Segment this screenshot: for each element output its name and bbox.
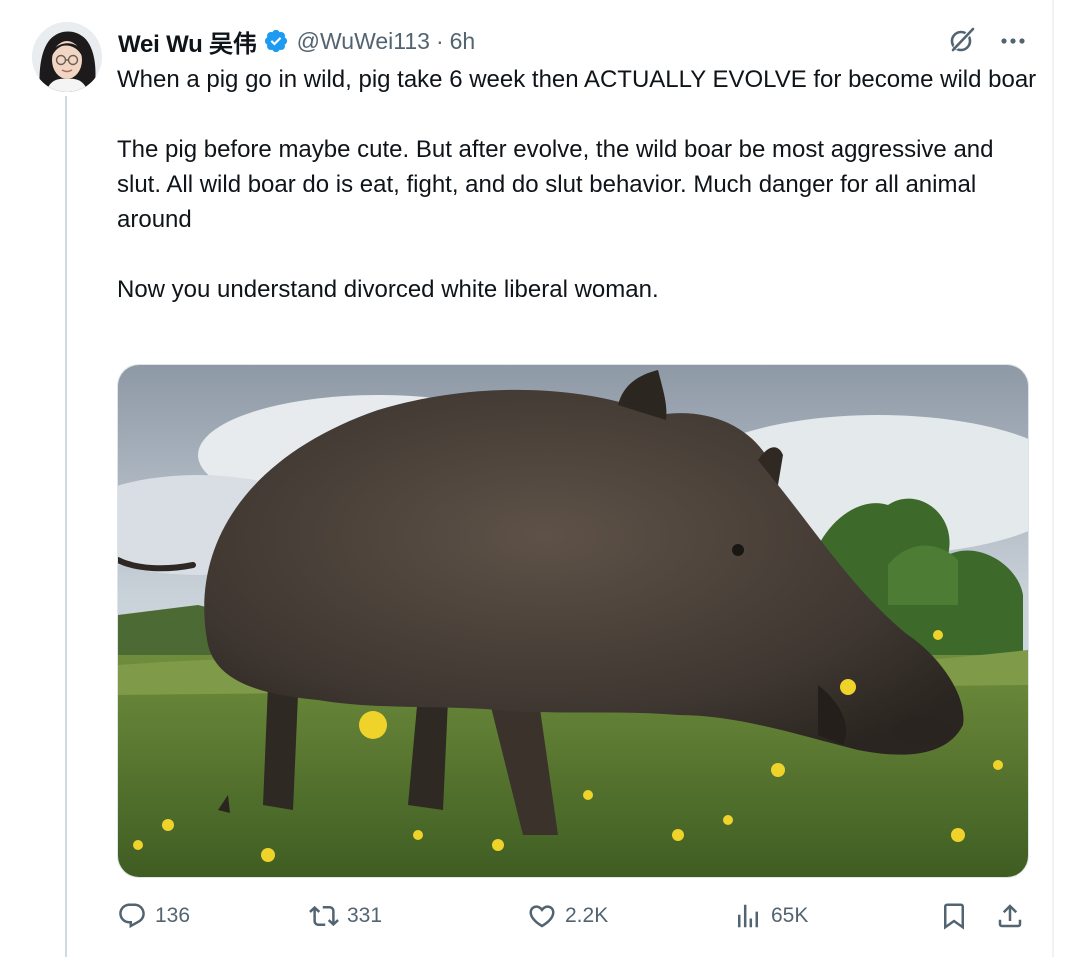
repost-button[interactable]: 331: [309, 896, 382, 936]
tweet-actions: 136 331 2.2K 65K: [117, 896, 1033, 936]
tweet-header: Wei Wu 吴伟 @WuWei113 · 6h: [118, 24, 475, 58]
author-display-name[interactable]: Wei Wu 吴伟: [118, 24, 257, 59]
like-count: 2.2K: [565, 904, 609, 927]
repost-icon: [309, 905, 339, 927]
bookmark-icon: [944, 903, 964, 930]
views-icon: [738, 904, 758, 928]
tweet-text: When a pig go in wild, pig take 6 week t…: [117, 62, 1037, 307]
verified-badge-icon: [263, 28, 289, 54]
bookmark-button[interactable]: [939, 896, 969, 936]
tweet-paragraph-3: Now you understand divorced white libera…: [117, 276, 659, 303]
timestamp[interactable]: 6h: [450, 28, 476, 55]
timeline-border: [1052, 0, 1054, 957]
grok-icon[interactable]: [946, 24, 978, 56]
separator-dot: ·: [435, 27, 444, 54]
views-button[interactable]: 65K: [733, 896, 808, 936]
more-icon[interactable]: [996, 24, 1030, 56]
tweet-paragraph-2: The pig before maybe cute. But after evo…: [117, 136, 994, 233]
thread-line: [65, 96, 67, 957]
tweet-paragraph-1: When a pig go in wild, pig take 6 week t…: [117, 66, 1037, 93]
like-button[interactable]: 2.2K: [527, 896, 608, 936]
share-button[interactable]: [995, 896, 1025, 936]
reply-count: 136: [155, 904, 191, 927]
heart-icon: [529, 905, 555, 928]
avatar[interactable]: [32, 22, 102, 92]
reply-button[interactable]: 136: [117, 896, 190, 936]
author-handle[interactable]: @WuWei113: [297, 28, 430, 55]
reply-icon: [119, 903, 145, 929]
views-count: 65K: [771, 904, 809, 927]
tweet-photo[interactable]: [117, 364, 1029, 878]
repost-count: 331: [347, 904, 383, 927]
share-icon: [998, 904, 1022, 928]
tweet-screenshot: Wei Wu 吴伟 @WuWei113 · 6h When a pig go i…: [0, 0, 1080, 957]
